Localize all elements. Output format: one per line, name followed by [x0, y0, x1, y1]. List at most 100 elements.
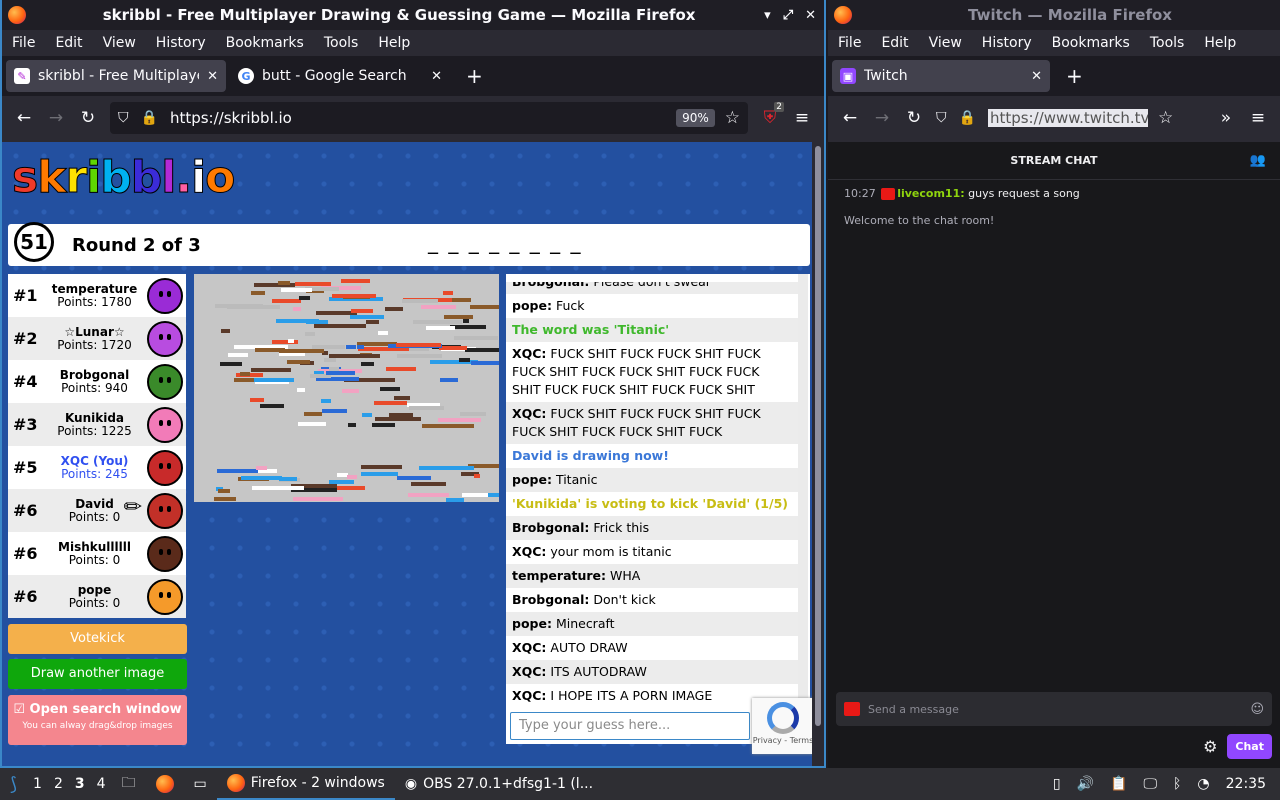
player-row[interactable]: #1 temperature Points: 1780 [8, 274, 186, 317]
canvas-stroke [297, 387, 305, 392]
message-user[interactable]: livecom11: [897, 187, 964, 200]
system-message: Welcome to the chat room! [844, 214, 995, 227]
chat-user: Brobgonal: [512, 592, 590, 607]
taskbar-firefox[interactable]: Firefox - 2 windows [216, 768, 395, 800]
menu-help[interactable]: Help [1194, 35, 1246, 51]
player-row[interactable]: #4 Brobgonal Points: 940 [8, 360, 186, 403]
scrollbar-thumb[interactable] [815, 146, 821, 726]
menu-history[interactable]: History [146, 35, 216, 51]
title-bar[interactable]: skribbl - Free Multiplayer Drawing & Gue… [2, 0, 824, 30]
chat-send-button[interactable]: Chat [1227, 734, 1272, 759]
firefox-launcher-icon[interactable] [146, 768, 184, 800]
open-search-window-button[interactable]: ☑ Open search window You can alway drag&… [8, 695, 187, 745]
title-bar[interactable]: Twitch — Mozilla Firefox [828, 0, 1280, 30]
back-icon[interactable]: ← [8, 108, 40, 128]
hamburger-menu-icon[interactable]: ≡ [786, 108, 818, 128]
gear-icon[interactable]: ⚙ [1203, 737, 1217, 756]
url-bar[interactable]: ⛉ 🔒 https://skribbl.io 90% ☆ [110, 102, 748, 134]
bookmark-star-icon[interactable]: ☆ [1158, 108, 1173, 128]
lock-icon[interactable]: 🔒 [959, 110, 976, 126]
users-icon[interactable]: 👥 [1250, 142, 1266, 180]
maximize-icon[interactable]: ⤢ [783, 8, 793, 23]
player-row[interactable]: #2 ☆Lunar☆ Points: 1720 [8, 317, 186, 360]
close-tab-icon[interactable]: ✕ [1031, 69, 1042, 84]
reload-icon[interactable]: ↻ [72, 108, 104, 128]
clock[interactable]: 22:35 [1226, 776, 1266, 792]
network-icon[interactable]: ◔ [1197, 776, 1209, 792]
back-icon[interactable]: ← [834, 108, 866, 128]
tab-google[interactable]: G butt - Google Search ✕ [230, 60, 450, 92]
url-text[interactable]: https://www.twitch.tv/ [987, 109, 1148, 127]
player-row[interactable]: #5 XQC (You) Points: 245 [8, 446, 186, 489]
display-icon[interactable]: 🖵 [1144, 776, 1158, 792]
taskbar-obs[interactable]: ◉ OBS 27.0.1+dfsg1-1 (l... [395, 768, 603, 800]
recaptcha-badge[interactable]: Privacy - Terms [752, 698, 814, 754]
recaptcha-links[interactable]: Privacy - Terms [752, 736, 814, 745]
player-row[interactable]: #6 Mishkullllll Points: 0 [8, 532, 186, 575]
menu-bookmarks[interactable]: Bookmarks [216, 35, 314, 51]
tab-twitch[interactable]: ▣ Twitch ✕ [832, 60, 1050, 92]
draw-another-image-button[interactable]: Draw another image [8, 659, 187, 689]
player-points: Points: 1225 [57, 423, 132, 438]
new-tab-icon[interactable]: + [454, 64, 495, 88]
forward-icon[interactable]: → [866, 108, 898, 128]
canvas-stroke [411, 481, 447, 486]
file-manager-icon[interactable]: 🗀 [112, 768, 146, 800]
forward-icon[interactable]: → [40, 108, 72, 128]
ublock-extension-icon[interactable]: ⛨ 2 [754, 102, 786, 128]
guess-input[interactable]: Type your guess here... [510, 712, 750, 740]
player-info: Mishkullllll Points: 0 [42, 540, 147, 567]
clipboard-icon[interactable]: 📋 [1110, 776, 1127, 792]
votekick-button[interactable]: Votekick [8, 624, 187, 654]
chat-scrollbar[interactable] [798, 274, 808, 744]
player-row[interactable]: #6 David Points: 0 ✏ [8, 489, 186, 532]
menu-tools[interactable]: Tools [1140, 35, 1195, 51]
hamburger-menu-icon[interactable]: ≡ [1242, 108, 1274, 128]
tab-skribbl[interactable]: ✎ skribbl - Free Multiplayer ✕ [6, 60, 226, 92]
menu-help[interactable]: Help [368, 35, 420, 51]
close-tab-icon[interactable]: ✕ [431, 69, 442, 84]
player-rank: #3 [13, 415, 38, 434]
page-scrollbar[interactable] [812, 142, 824, 766]
close-tab-icon[interactable]: ✕ [207, 69, 218, 84]
menu-view[interactable]: View [93, 35, 146, 51]
overflow-chevron-icon[interactable]: » [1210, 108, 1242, 128]
url-bar[interactable]: ⛉ 🔒 https://www.twitch.tv/ ☆ [936, 102, 1204, 134]
player-row[interactable]: #3 Kunikida Points: 1225 [8, 403, 186, 446]
workspace-3[interactable]: 3 [69, 776, 91, 792]
terminal-icon[interactable]: ▭ [184, 768, 217, 800]
new-tab-icon[interactable]: + [1054, 64, 1095, 88]
start-menu-icon[interactable]: ⟆ [0, 768, 27, 800]
reload-icon[interactable]: ↻ [898, 108, 930, 128]
battery-icon[interactable]: ▯ [1053, 776, 1061, 792]
lock-icon[interactable]: 🔒 [141, 110, 158, 126]
bookmark-star-icon[interactable]: ☆ [725, 108, 740, 128]
logo-letter: r [65, 152, 88, 204]
drawing-canvas[interactable] [194, 274, 499, 502]
shield-icon[interactable]: ⛉ [936, 110, 947, 126]
menu-tools[interactable]: Tools [314, 35, 369, 51]
menu-bookmarks[interactable]: Bookmarks [1042, 35, 1140, 51]
menu-edit[interactable]: Edit [45, 35, 92, 51]
menu-view[interactable]: View [919, 35, 972, 51]
player-row[interactable]: #6 pope Points: 0 [8, 575, 186, 618]
emote-icon[interactable]: ☺ [1250, 702, 1264, 717]
minimize-icon[interactable]: ▾ [764, 8, 771, 23]
chat-input[interactable]: Send a message ☺ [836, 692, 1272, 726]
workspace-4[interactable]: 4 [91, 776, 112, 792]
shield-icon[interactable]: ⛉ [118, 110, 129, 126]
bluetooth-icon[interactable]: ᛒ [1173, 776, 1181, 792]
message-text: guys request a song [964, 187, 1080, 200]
workspace-1[interactable]: 1 [27, 776, 48, 792]
menu-edit[interactable]: Edit [871, 35, 918, 51]
close-icon[interactable]: ✕ [805, 8, 816, 23]
url-text[interactable]: https://skribbl.io [170, 109, 292, 127]
zoom-level[interactable]: 90% [676, 109, 715, 127]
checkbox-icon[interactable]: ☑ [13, 702, 25, 717]
workspace-2[interactable]: 2 [48, 776, 69, 792]
menu-file[interactable]: File [828, 35, 871, 51]
volume-icon[interactable]: 🔊 [1077, 776, 1094, 792]
menu-history[interactable]: History [972, 35, 1042, 51]
player-points: Points: 940 [61, 380, 128, 395]
menu-file[interactable]: File [2, 35, 45, 51]
